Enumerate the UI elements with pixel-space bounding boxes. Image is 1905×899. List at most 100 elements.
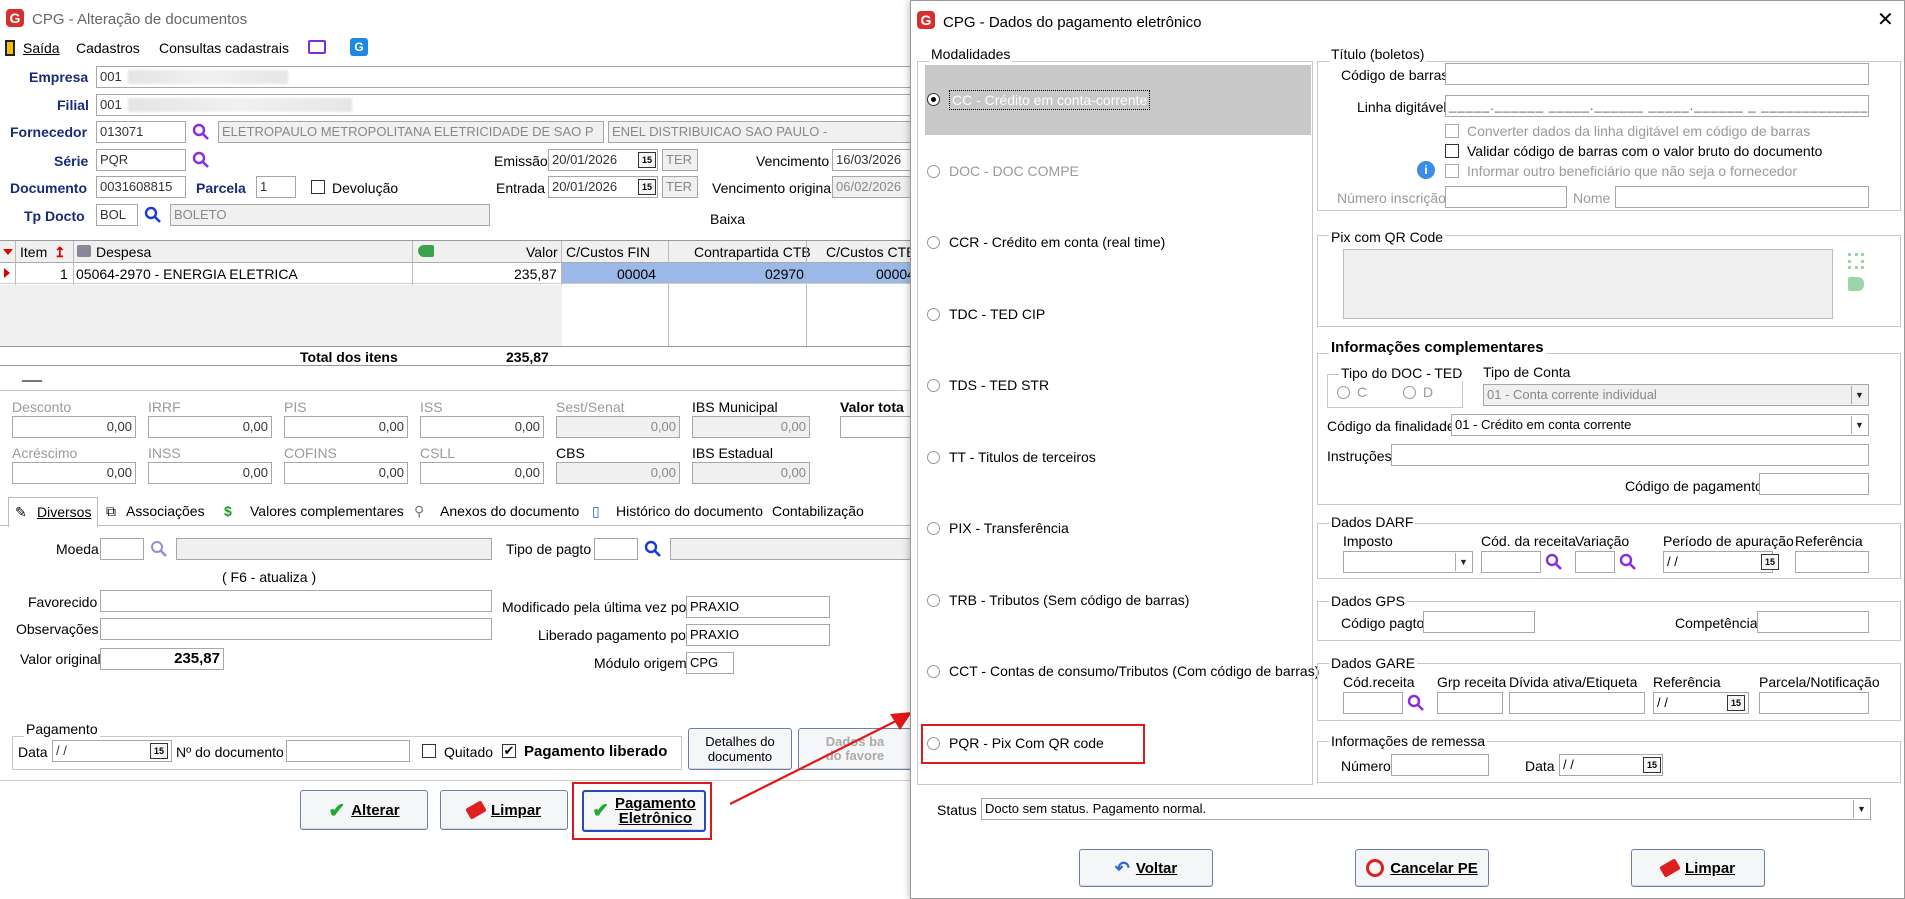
nome-input[interactable]	[1615, 186, 1869, 208]
informar-checkbox[interactable]	[1445, 164, 1459, 178]
close-icon[interactable]: ✕	[1877, 10, 1894, 30]
linha-digitavel-input[interactable]: _____.______ _____.______ _____.______ _…	[1445, 95, 1869, 117]
alterar-button[interactable]: ✔ Alterar	[300, 790, 428, 830]
moeda-input[interactable]	[100, 538, 144, 560]
cancelar-pe-button[interactable]: Cancelar PE	[1355, 849, 1489, 887]
modalidade-radio-7[interactable]	[927, 593, 940, 607]
vencimento-input[interactable]: 16/03/2026	[832, 149, 912, 171]
instrucoes-input[interactable]	[1391, 444, 1869, 466]
brand-icon[interactable]: G	[350, 38, 368, 56]
tipo-doc-c-radio[interactable]	[1337, 386, 1350, 399]
converter-checkbox[interactable]	[1445, 124, 1459, 138]
info-icon[interactable]: i	[1417, 161, 1435, 179]
gare-receita-search-icon[interactable]	[1407, 694, 1425, 712]
variacao-input[interactable]	[1575, 551, 1615, 573]
pag-data-calendar-icon[interactable]: 15	[150, 743, 168, 759]
status-select[interactable]: Docto sem status. Pagamento normal. ▼	[981, 798, 1871, 820]
competencia-input[interactable]	[1757, 611, 1869, 633]
tax-row1-2-input[interactable]: 0,00	[284, 416, 408, 438]
parcela-notif-input[interactable]	[1759, 692, 1869, 714]
codigo-barras-input[interactable]	[1445, 63, 1869, 85]
tipo-doc-d-radio[interactable]	[1403, 386, 1416, 399]
modalidade-label-0[interactable]: CC - Crédito em conta-corrente	[949, 90, 1151, 110]
tipo-pagto-input[interactable]	[594, 538, 638, 560]
gare-calendar-icon[interactable]: 15	[1727, 695, 1745, 711]
imposto-select[interactable]: ▼	[1343, 551, 1473, 573]
valor-total-input[interactable]	[840, 416, 912, 438]
grid-h-despesa[interactable]: Despesa	[96, 243, 151, 261]
modalidade-label-8[interactable]: CCT - Contas de consumo/Tributos (Com có…	[949, 662, 1319, 680]
table-row[interactable]: 1 05064-2970 - ENERGIA ELETRICA 235,87 0…	[0, 263, 915, 284]
modalidade-radio-8[interactable]	[927, 665, 940, 678]
validar-checkbox[interactable]	[1445, 144, 1459, 158]
favorecido-input[interactable]	[100, 590, 492, 612]
tax-row2-1-input[interactable]: 0,00	[148, 462, 272, 484]
modalidade-label-5[interactable]: TT - Titulos de terceiros	[949, 448, 1096, 466]
modalidade-radio-2[interactable]	[927, 236, 940, 249]
remessa-numero-input[interactable]	[1391, 754, 1489, 776]
menu-consultas[interactable]: Consultas cadastrais	[159, 39, 289, 57]
tpdocto-input[interactable]: BOL	[96, 204, 138, 226]
exit-icon[interactable]	[5, 40, 15, 56]
limpar-button[interactable]: Limpar	[440, 790, 568, 830]
moeda-search-icon[interactable]	[150, 540, 168, 558]
observacoes-input[interactable]	[100, 618, 492, 640]
qr-code-icon[interactable]	[1848, 253, 1864, 269]
fornecedor-input[interactable]: 013071	[96, 121, 186, 143]
cod-finalidade-select[interactable]: 01 - Crédito em conta corrente ▼	[1451, 414, 1869, 436]
remessa-calendar-icon[interactable]: 15	[1643, 757, 1661, 773]
tax-row2-3-input[interactable]: 0,00	[420, 462, 544, 484]
tpdocto-search-icon[interactable]	[144, 206, 162, 224]
grid-h-contrapartida[interactable]: Contrapartida CTB	[694, 243, 811, 261]
menu-cadastros[interactable]: Cadastros	[76, 39, 140, 57]
grid-h-valor[interactable]: Valor	[526, 243, 558, 261]
entrada-calendar-icon[interactable]: 15	[638, 179, 656, 195]
gps-codigo-input[interactable]	[1423, 611, 1535, 633]
devolucao-checkbox[interactable]	[311, 180, 325, 194]
modalidade-radio-0[interactable]	[927, 93, 940, 106]
modalidade-label-2[interactable]: CCR - Crédito em conta (real time)	[949, 233, 1165, 251]
numero-inscricao-input[interactable]	[1445, 186, 1567, 208]
tax-row1-1-input[interactable]: 0,00	[148, 416, 272, 438]
grid-h-ccfin[interactable]: C/Custos FIN	[566, 243, 650, 261]
monitor-icon[interactable]	[308, 40, 326, 54]
tax-row1-3-input[interactable]: 0,00	[420, 416, 544, 438]
modalidade-radio-5[interactable]	[927, 450, 940, 464]
grid-h-item[interactable]: Item	[20, 243, 47, 261]
modalidade-radio-6[interactable]	[927, 522, 940, 535]
tab-contabilizacao[interactable]: Contabilização	[772, 502, 864, 520]
tipo-pagto-search-icon[interactable]	[644, 540, 662, 558]
darf-cod-receita-input[interactable]	[1481, 551, 1541, 573]
variacao-search-icon[interactable]	[1619, 553, 1637, 571]
serie-input[interactable]: PQR	[96, 149, 186, 171]
modalidade-label-6[interactable]: PIX - Transferência	[949, 519, 1069, 537]
pix-qr-input[interactable]	[1343, 249, 1833, 319]
splitter-handle[interactable]	[22, 380, 42, 382]
fornecedor-search-icon[interactable]	[192, 123, 210, 141]
darf-referencia-input[interactable]	[1795, 551, 1869, 573]
gare-cod-receita-input[interactable]	[1343, 692, 1403, 714]
pag-ndoc-input[interactable]	[286, 740, 410, 762]
periodo-calendar-icon[interactable]: 15	[1761, 554, 1779, 570]
modalidade-radio-3[interactable]	[927, 307, 940, 321]
liberado-checkbox[interactable]: ✔	[502, 744, 516, 758]
modalidade-label-1[interactable]: DOC - DOC COMPE	[949, 162, 1079, 180]
documento-input[interactable]: 0031608815	[96, 176, 186, 198]
periodo-input[interactable]: / /	[1663, 551, 1773, 573]
emissao-calendar-icon[interactable]: 15	[638, 152, 656, 168]
tax-row1-0-input[interactable]: 0,00	[12, 416, 136, 438]
tax-row2-0-input[interactable]: 0,00	[12, 462, 136, 484]
grid-sort-icon[interactable]	[3, 249, 13, 255]
voltar-button[interactable]: ↶ Voltar	[1079, 849, 1213, 887]
divida-input[interactable]	[1509, 692, 1645, 714]
modalidade-label-4[interactable]: TDS - TED STR	[949, 376, 1049, 394]
modalidade-label-3[interactable]: TDC - TED CIP	[949, 305, 1045, 323]
tipo-conta-select[interactable]: 01 - Conta corrente individual ▼	[1483, 384, 1869, 406]
tax-row2-2-input[interactable]: 0,00	[284, 462, 408, 484]
parcela-input[interactable]: 1	[256, 176, 296, 198]
dialog-limpar-button[interactable]: Limpar	[1631, 849, 1765, 887]
modalidade-radio-4[interactable]	[927, 379, 940, 392]
serie-search-icon[interactable]	[192, 151, 210, 169]
cod-pagamento-input[interactable]	[1759, 473, 1869, 495]
grp-receita-input[interactable]	[1437, 692, 1503, 714]
